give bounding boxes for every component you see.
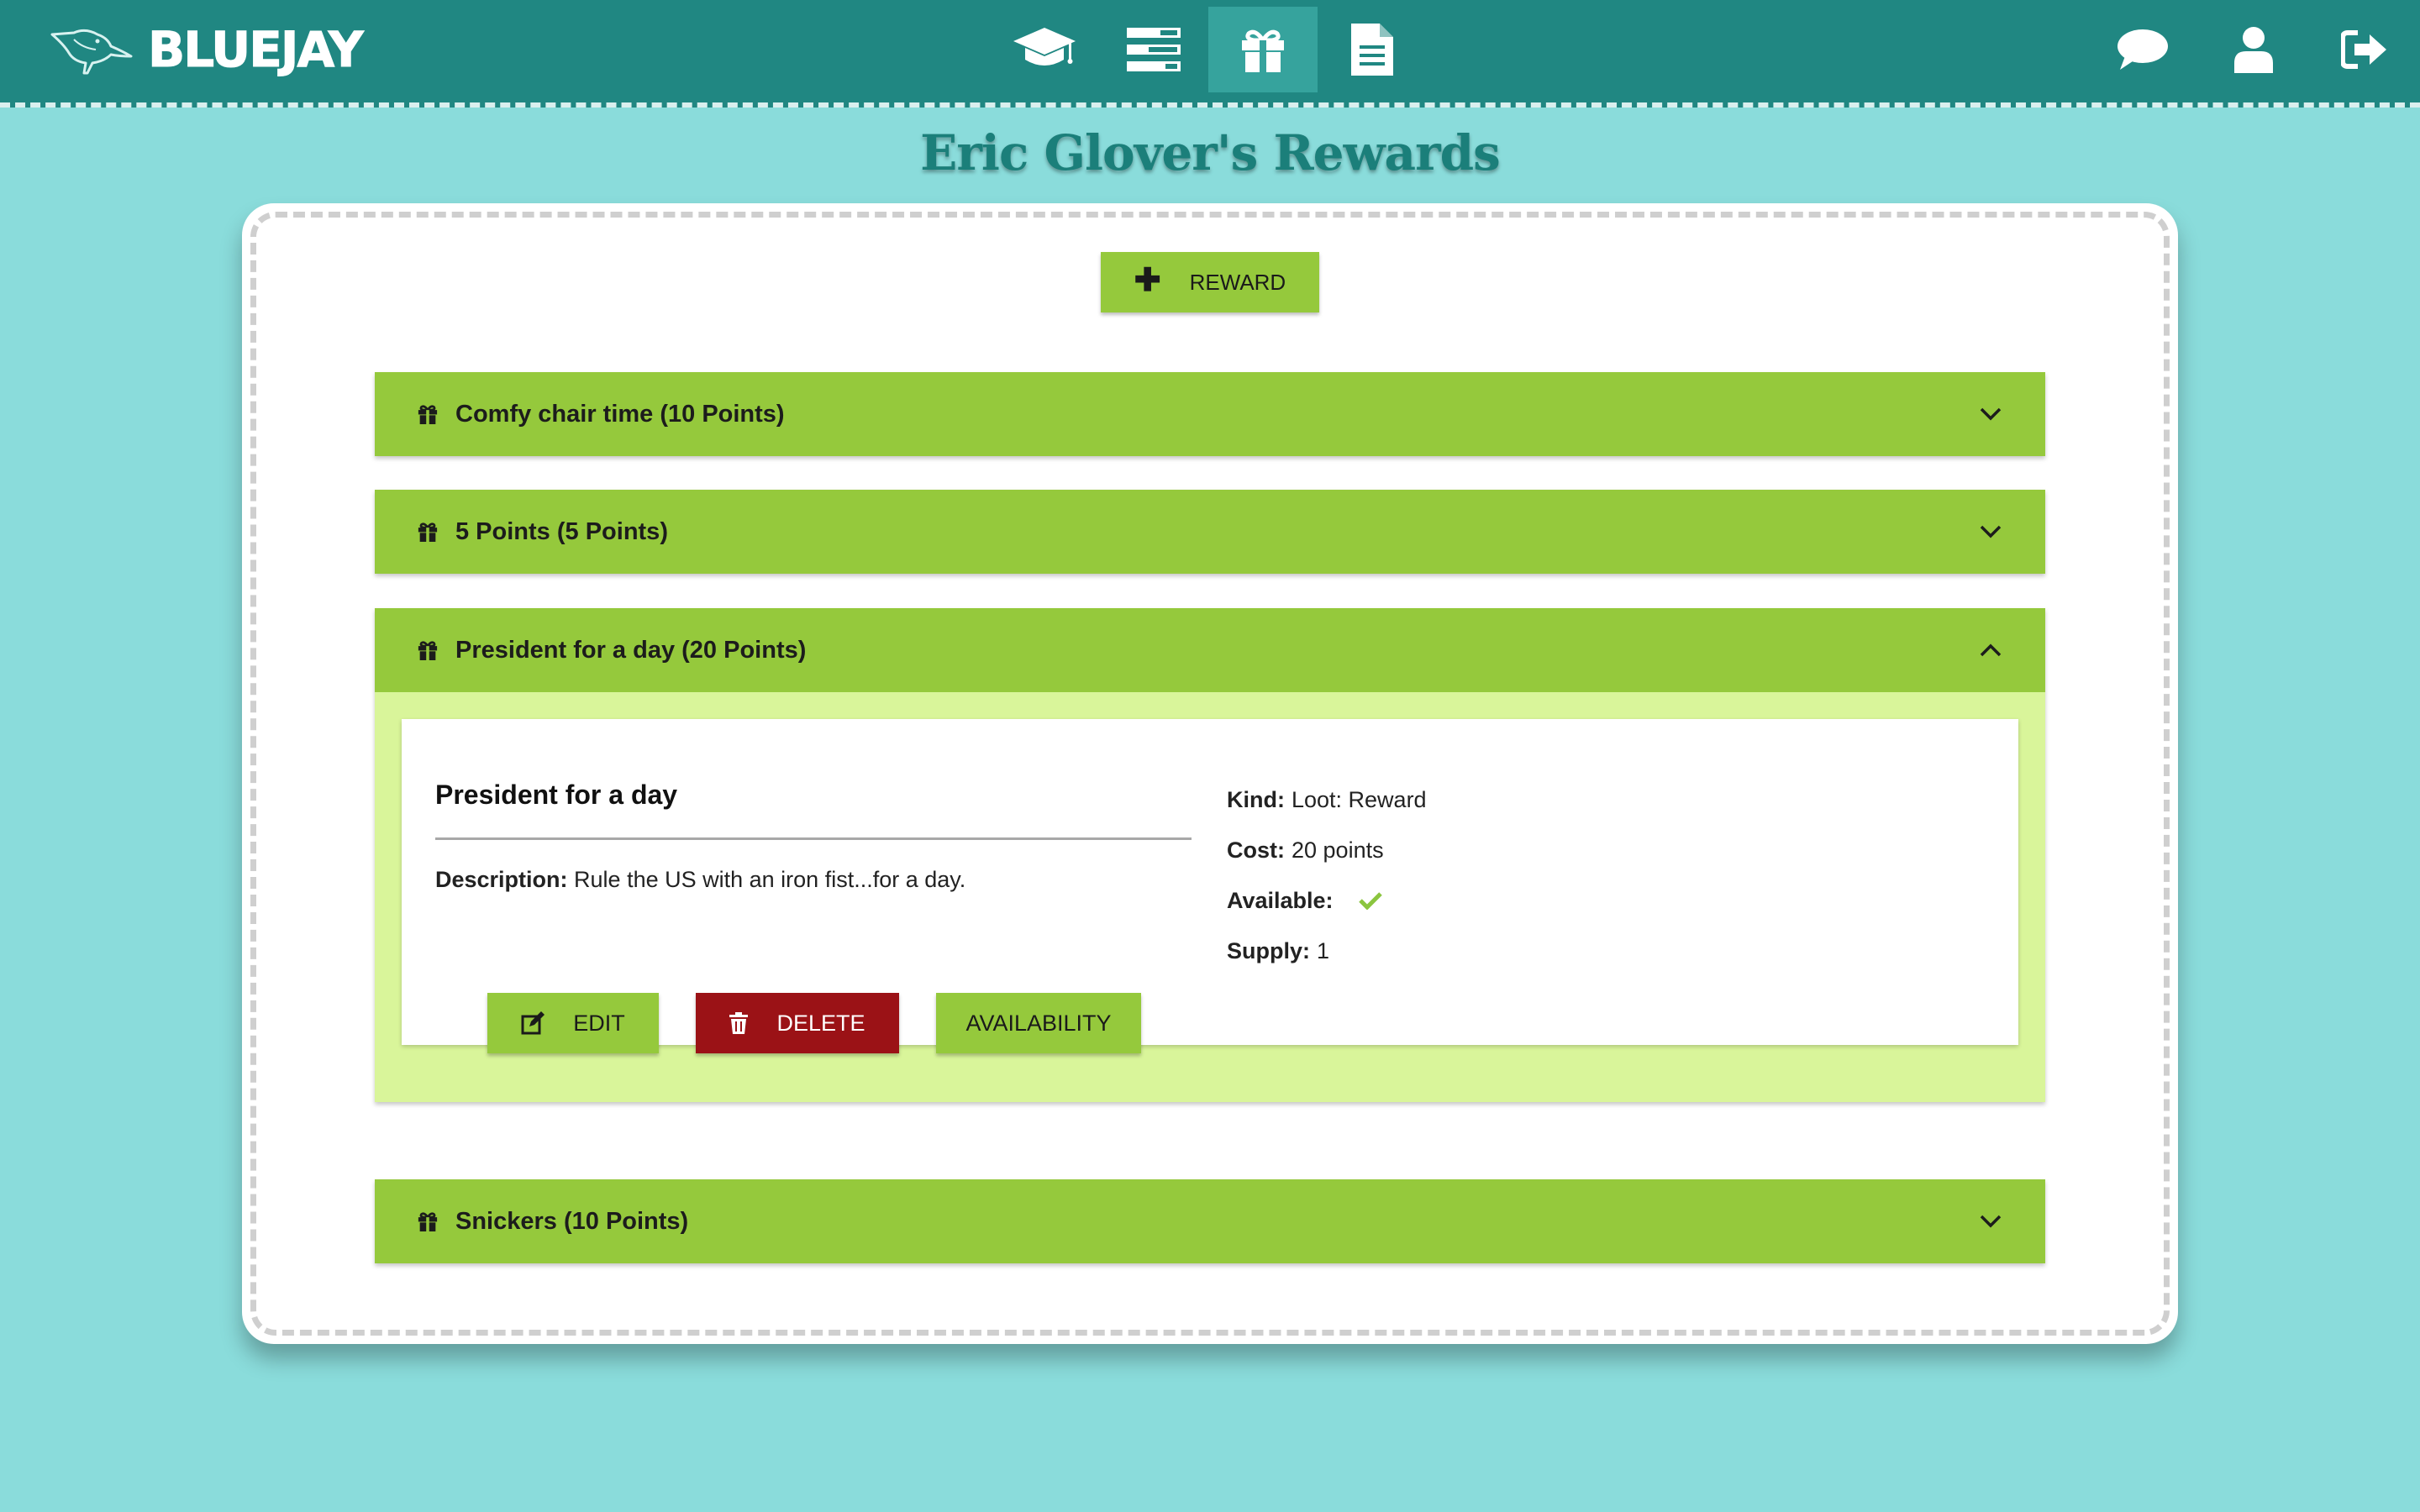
reward-title: 5 Points (5 Points) (455, 517, 668, 545)
main-nav (990, 7, 1427, 92)
gift-icon (418, 522, 438, 542)
chevron-down-icon[interactable] (1978, 1209, 2003, 1234)
supply-row: Supply: 1 (1227, 926, 1427, 976)
reward-accordion-expanded: President for a day (20 Points) Presiden… (375, 608, 2045, 1102)
chevron-up-icon[interactable] (1978, 638, 2003, 663)
reward-title: Comfy chair time (10 Points) (455, 400, 785, 428)
nav-reports[interactable] (1318, 7, 1427, 92)
graduation-cap-icon (1013, 28, 1076, 66)
app-logo-text: BLUEJAY (148, 21, 365, 79)
cost-label: Cost: (1227, 837, 1285, 863)
reward-title: Snickers (10 Points) (455, 1207, 689, 1235)
description-label: Description: (435, 867, 568, 892)
nav-messages[interactable] (2087, 7, 2198, 92)
edit-button[interactable]: EDIT (487, 993, 659, 1053)
trash-icon (729, 1012, 749, 1034)
kind-row: Kind: Loot: Reward (1227, 774, 1427, 825)
reward-title: President for a day (20 Points) (455, 636, 807, 664)
supply-value: 1 (1317, 937, 1330, 963)
reward-accordion: Snickers (10 Points) (375, 1179, 2045, 1263)
gift-icon (1242, 29, 1284, 72)
nav-rewards[interactable] (1208, 7, 1318, 92)
delete-label: DELETE (776, 1010, 865, 1036)
reward-name: President for a day (435, 780, 678, 810)
available-row: Available: (1227, 875, 1427, 926)
gift-icon (418, 405, 438, 424)
bluejay-bird-icon (49, 23, 133, 76)
availability-label: AVAILABILITY (965, 1010, 1112, 1036)
reward-header[interactable]: Comfy chair time (10 Points) (375, 372, 2045, 456)
available-label: Available: (1227, 887, 1334, 913)
user-icon (2234, 27, 2273, 73)
description-value: Rule the US with an iron fist...for a da… (574, 867, 966, 892)
app-logo[interactable]: BLUEJAY (49, 12, 365, 87)
reward-details-body: President for a day Description: Rule th… (375, 692, 2045, 1102)
user-nav (2087, 7, 2420, 92)
plus-icon: ✚ (1134, 263, 1161, 298)
nav-tasks[interactable] (1099, 7, 1208, 92)
add-reward-label: REWARD (1189, 269, 1286, 295)
page-title: Eric Glover's Rewards (920, 124, 1501, 181)
tasks-list-icon (1127, 28, 1181, 71)
reward-accordion: 5 Points (5 Points) (375, 490, 2045, 574)
gift-icon (418, 1212, 438, 1231)
reward-actions: EDIT DELETE AVAILABILITY (487, 993, 1141, 1053)
delete-button[interactable]: DELETE (696, 993, 899, 1053)
chevron-down-icon[interactable] (1978, 519, 2003, 544)
sign-out-icon (2341, 30, 2386, 69)
reward-description: Description: Rule the US with an iron fi… (435, 867, 1192, 893)
reward-header[interactable]: Snickers (10 Points) (375, 1179, 2045, 1263)
reward-detail-left: President for a day Description: Rule th… (435, 780, 1192, 893)
availability-button[interactable]: AVAILABILITY (936, 993, 1141, 1053)
supply-label: Supply: (1227, 937, 1310, 963)
reward-header[interactable]: President for a day (20 Points) (375, 608, 2045, 692)
chat-bubble-icon (2118, 29, 2168, 70)
checkmark-icon (1358, 891, 1382, 910)
gift-icon (418, 641, 438, 660)
document-icon (1351, 24, 1393, 76)
chevron-down-icon[interactable] (1978, 402, 2003, 427)
kind-value: Loot: Reward (1291, 786, 1427, 812)
reward-accordion: Comfy chair time (10 Points) (375, 372, 2045, 456)
reward-detail-card: President for a day Description: Rule th… (402, 719, 2018, 1053)
add-reward-button[interactable]: ✚ REWARD (1101, 252, 1319, 312)
edit-icon (521, 1011, 545, 1035)
nav-profile[interactable] (2198, 7, 2309, 92)
top-navbar: BLUEJAY (0, 0, 2420, 108)
edit-label: EDIT (573, 1010, 625, 1036)
kind-label: Kind: (1227, 786, 1285, 812)
nav-classes[interactable] (990, 7, 1099, 92)
cost-value: 20 points (1292, 837, 1384, 863)
divider (435, 837, 1192, 840)
nav-sign-out[interactable] (2309, 7, 2420, 92)
reward-detail-right: Kind: Loot: Reward Cost: 20 points Avail… (1227, 774, 1427, 976)
rewards-panel: ✚ REWARD Comfy chair time (10 Points) 5 … (242, 203, 2178, 1344)
reward-header[interactable]: 5 Points (5 Points) (375, 490, 2045, 574)
cost-row: Cost: 20 points (1227, 825, 1427, 875)
